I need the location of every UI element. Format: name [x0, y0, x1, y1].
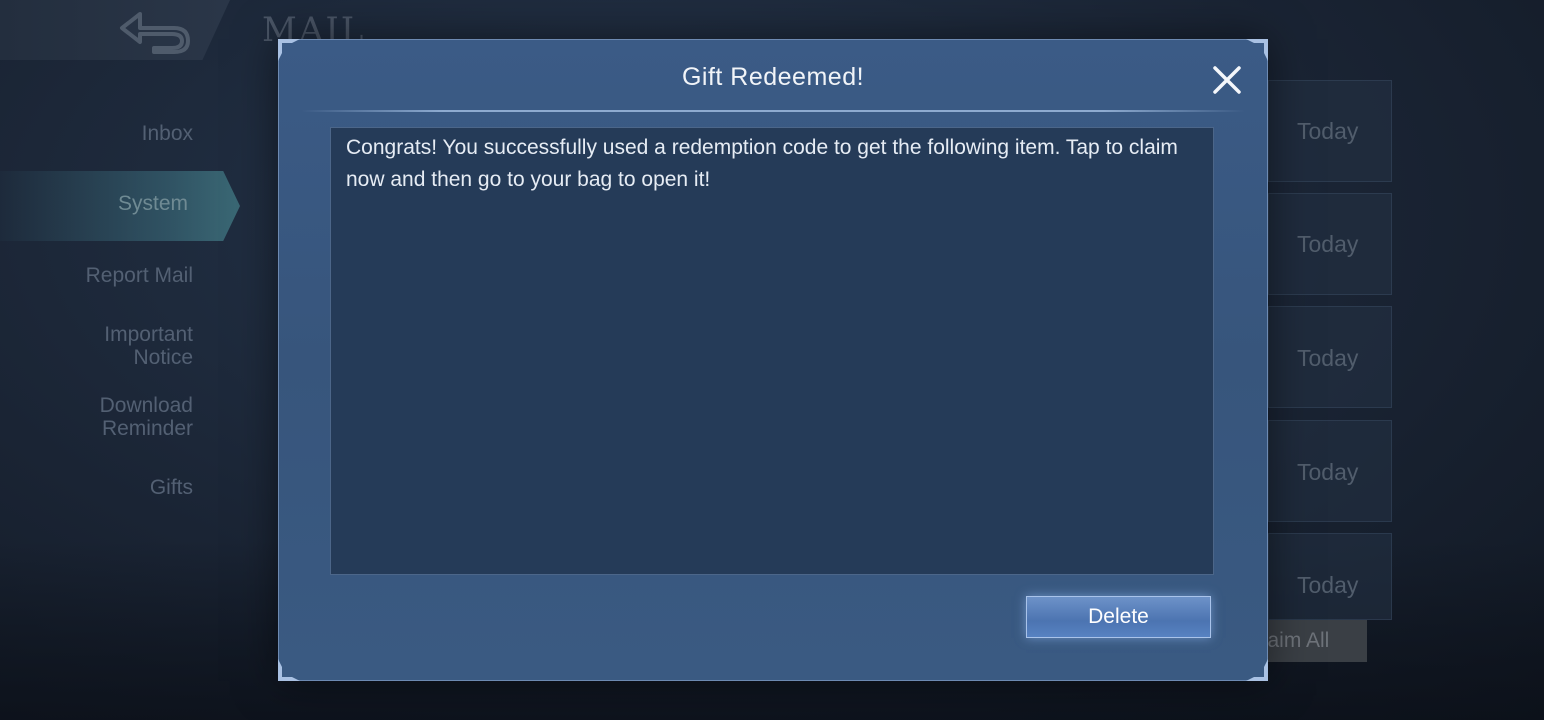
sidebar-item-gifts[interactable]: Gifts	[150, 476, 193, 499]
close-button[interactable]	[1207, 60, 1247, 100]
sidebar-item-inbox[interactable]: Inbox	[142, 122, 193, 145]
close-icon[interactable]	[1207, 60, 1247, 100]
delete-button[interactable]: Delete	[1026, 596, 1211, 638]
back-arrow-icon[interactable]	[114, 8, 194, 54]
mail-date: Today	[1297, 572, 1359, 598]
corner-ornament	[278, 659, 300, 681]
mail-date: Today	[1297, 345, 1359, 371]
message-box: Congrats! You successfully used a redemp…	[330, 127, 1214, 575]
gift-redeemed-dialog: Gift Redeemed! Congrats! You successfull…	[278, 39, 1268, 681]
sidebar-item-report-mail[interactable]: Report Mail	[86, 264, 193, 287]
message-text: Congrats! You successfully used a redemp…	[346, 136, 1178, 191]
sidebar-item-important-notice[interactable]: Important Notice	[53, 323, 193, 369]
title-divider	[301, 110, 1245, 112]
corner-ornament	[1246, 39, 1268, 61]
sidebar-item-system[interactable]: System	[118, 192, 188, 216]
sidebar-item-download-reminder[interactable]: Download Reminder	[53, 394, 193, 440]
dialog-title: Gift Redeemed!	[681, 63, 865, 91]
corner-ornament	[1246, 659, 1268, 681]
corner-ornament	[278, 39, 300, 61]
mail-date: Today	[1297, 118, 1359, 144]
mail-date: Today	[1297, 459, 1359, 485]
mail-date: Today	[1297, 231, 1359, 257]
